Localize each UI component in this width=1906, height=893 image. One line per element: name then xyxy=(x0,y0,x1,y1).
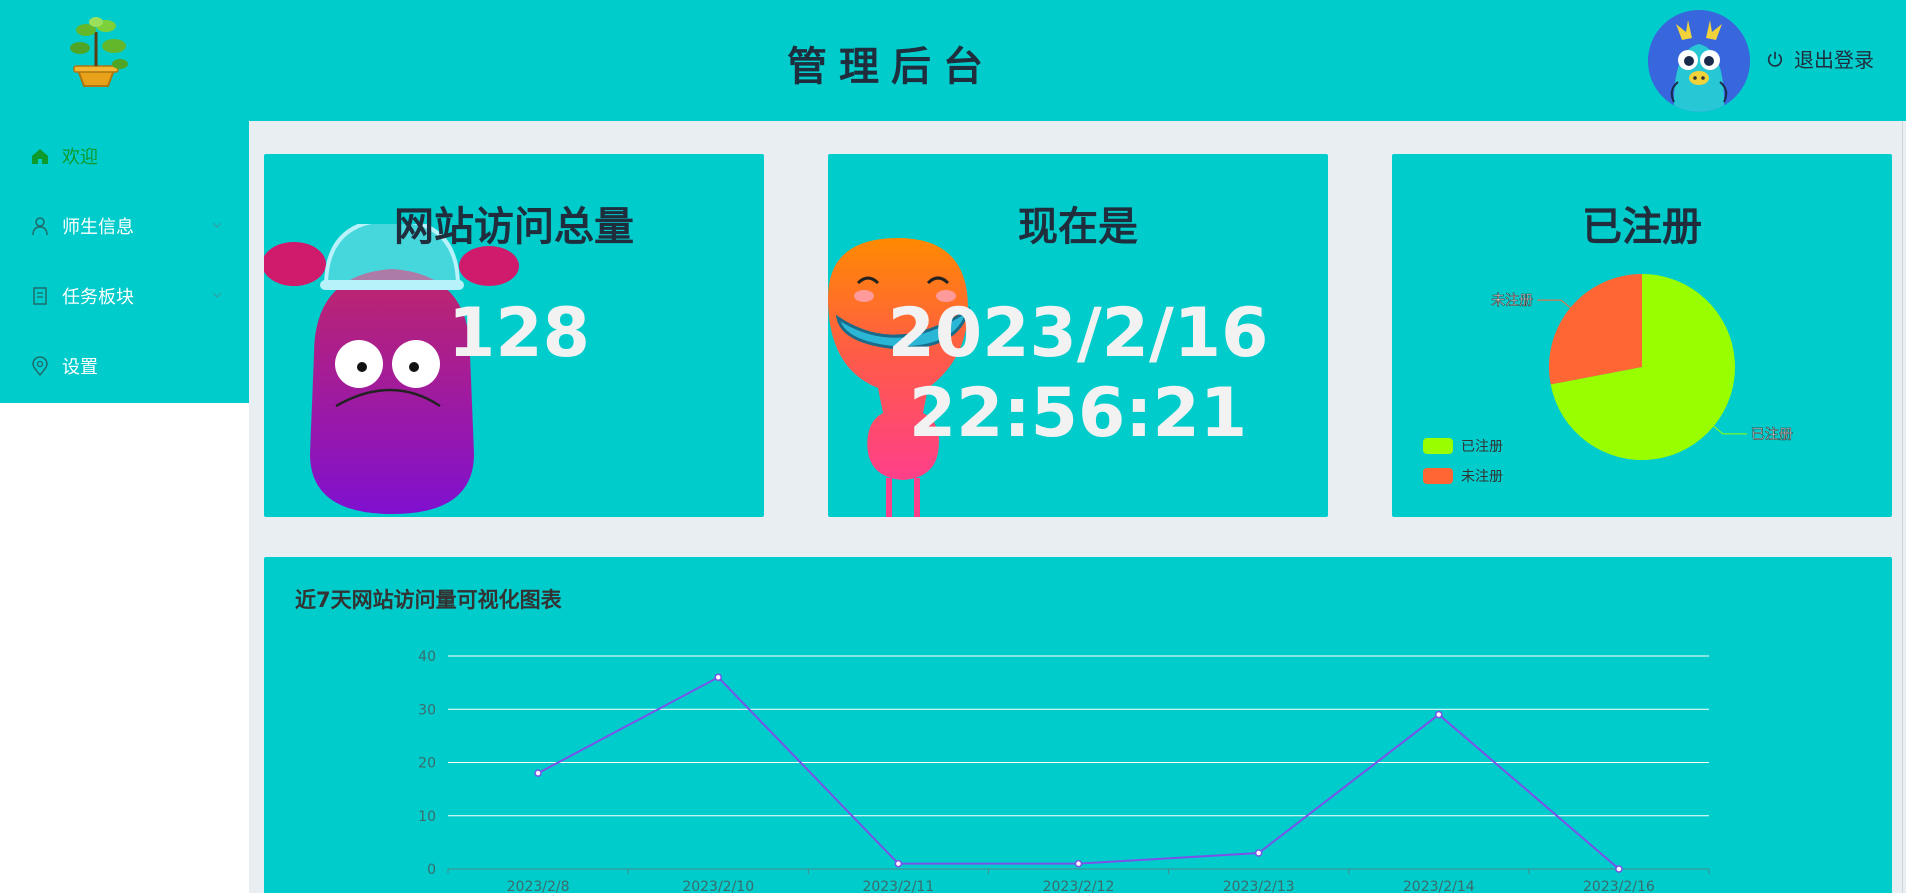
home-icon xyxy=(32,149,48,164)
pie-slice xyxy=(1549,274,1642,385)
x-tick-label: 2023/2/11 xyxy=(862,879,934,893)
sidebar-empty-area xyxy=(0,403,249,893)
data-series-line xyxy=(537,676,1620,870)
visits-line-chart-card: 近7天网站访问量可视化图表 0 10 20 30 40 2023/2/8 2023/2/10… xyxy=(264,557,1892,893)
sidebar-item-label: 任务板块 xyxy=(62,287,134,308)
visits-title: 网站访问总量 xyxy=(394,204,634,250)
current-date: 2023/2/16 xyxy=(887,294,1269,373)
legend-swatch xyxy=(1423,468,1453,484)
page-title: 管理后台 xyxy=(787,44,995,90)
x-tick-label: 2023/2/14 xyxy=(1403,879,1475,893)
legend-label: 未注册 xyxy=(1461,469,1503,485)
data-point xyxy=(894,859,903,868)
user-icon xyxy=(32,217,48,236)
page-scrollbar[interactable] xyxy=(1902,121,1906,893)
clock-card: 现在是 2023/2/16 22:56:21 xyxy=(828,154,1328,517)
y-tick-label: 10 xyxy=(418,809,436,825)
clock-title: 现在是 xyxy=(1018,204,1138,250)
data-point xyxy=(1435,710,1443,719)
y-tick-label: 40 xyxy=(418,649,436,665)
sidebar-item-settings[interactable]: 设置 xyxy=(0,331,249,401)
sidebar-item-label: 欢迎 xyxy=(62,147,98,168)
pie-slice-label: 未注册 xyxy=(1491,293,1533,309)
visits-card: 网站访问总量 128 xyxy=(264,154,764,517)
x-tick-label: 2023/2/12 xyxy=(1043,879,1115,893)
registered-card: 已注册 已注册 未注册 已注册 未注册 xyxy=(1392,154,1892,517)
legend-swatch xyxy=(1423,438,1453,454)
registered-pie-chart: 已注册未注册已注册未注册 xyxy=(1423,274,1793,485)
sidebar-item-label: 师生信息 xyxy=(62,217,134,238)
data-point xyxy=(714,673,722,682)
pie-label-line xyxy=(1537,299,1571,309)
location-icon xyxy=(32,356,48,376)
data-point xyxy=(534,769,542,777)
y-tick-label: 30 xyxy=(418,702,436,718)
data-point xyxy=(1615,865,1623,873)
logout-label: 退出登录 xyxy=(1794,48,1874,72)
x-tick-label: 2023/2/8 xyxy=(507,879,570,893)
x-tick-label: 2023/2/13 xyxy=(1223,879,1295,893)
chevron-down-icon xyxy=(212,222,222,228)
y-tick-label: 20 xyxy=(418,756,436,772)
logout-button[interactable]: 退出登录 xyxy=(1766,44,1874,73)
power-icon xyxy=(1767,51,1783,67)
sidebar-item-tasks[interactable]: 任务板块 xyxy=(0,261,249,331)
top-header: 管理后台 退出登录 xyxy=(0,0,1906,121)
sidebar-item-teacher-student-info[interactable]: 师生信息 xyxy=(0,191,249,261)
avatar[interactable] xyxy=(1648,10,1750,112)
visits-count: 128 xyxy=(448,294,590,373)
legend-label: 已注册 xyxy=(1461,439,1503,455)
current-time: 22:56:21 xyxy=(908,374,1248,453)
data-point xyxy=(1254,849,1263,857)
sidebar-item-label: 设置 xyxy=(62,357,98,378)
x-tick-label: 2023/2/16 xyxy=(1583,879,1655,893)
sidebar: 欢迎 师生信息 任务板块 设置 xyxy=(0,121,249,403)
chevron-down-icon xyxy=(212,292,222,298)
pie-slice-label: 已注册 xyxy=(1751,427,1793,443)
visits-line-chart: 0 10 20 30 40 2023/2/8 2023/2/10 2023/2/11 2023/… xyxy=(418,649,1710,893)
y-tick-label: 0 xyxy=(427,862,436,878)
pie-label-line xyxy=(1713,425,1747,435)
document-icon xyxy=(33,287,47,305)
x-tick-label: 2023/2/10 xyxy=(682,879,754,893)
sidebar-item-welcome[interactable]: 欢迎 xyxy=(0,121,249,191)
data-point xyxy=(1074,859,1083,868)
